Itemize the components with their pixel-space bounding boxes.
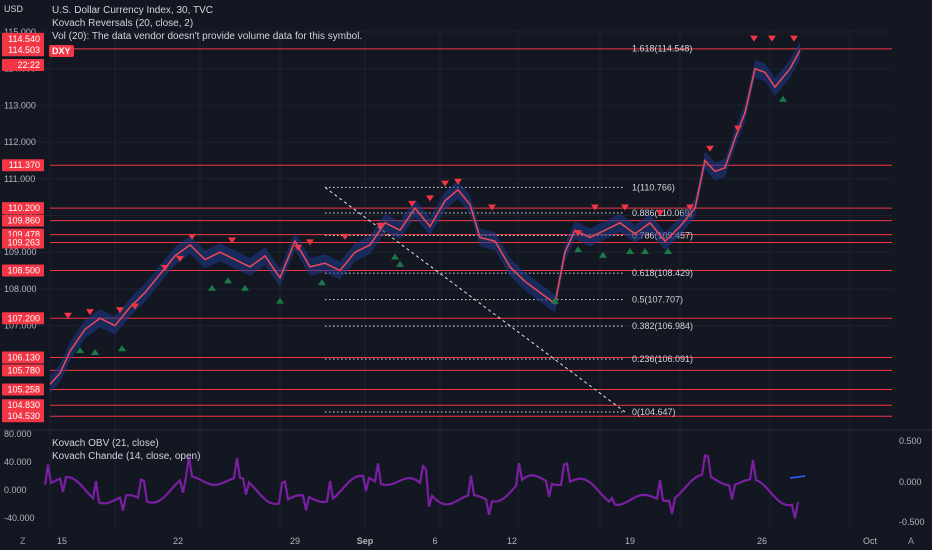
price-tag-label: 108.500 xyxy=(7,266,40,276)
symbol-title[interactable]: U.S. Dollar Currency Index, 30, TVC xyxy=(52,5,213,16)
symbol-tag: DXY xyxy=(49,45,74,57)
indicator-kovach-chande[interactable]: Kovach Chande (14, close, open) xyxy=(52,451,200,462)
currency-label: USD xyxy=(4,4,24,14)
oscillator-right-tick: 0.500 xyxy=(899,436,922,446)
chart-canvas[interactable]: 1.618(114.548)1(110.766)0.886(110.069)0.… xyxy=(0,0,932,550)
fib-level-label: 0.5(107.707) xyxy=(632,295,683,305)
zoom-button[interactable]: Z xyxy=(20,536,26,546)
price-tag-label: 105.780 xyxy=(7,365,40,375)
time-axis-label: Oct xyxy=(863,536,878,546)
grid xyxy=(0,0,932,550)
oscillator-axis-tick: 80.000 xyxy=(4,429,32,439)
price-axis-tick: 108.000 xyxy=(4,284,37,294)
price-tag-label: 114.503 xyxy=(8,45,40,55)
fib-level-label: 0(104.647) xyxy=(632,407,676,417)
fib-level-label: 1(110.766) xyxy=(632,182,675,192)
price-axis-tick: 111.000 xyxy=(4,174,35,184)
price-axis-tick: 113.000 xyxy=(4,100,36,110)
fib-level-label: 0.236(106.091) xyxy=(632,354,693,364)
auto-scale-button[interactable]: A xyxy=(908,536,914,546)
fib-level-label: 0.618(108.429) xyxy=(632,268,693,278)
price-tag-label: 109.860 xyxy=(7,216,40,226)
fib-level-label: 0.382(106.984) xyxy=(632,321,693,331)
price-tag-label: 107.200 xyxy=(7,313,40,323)
oscillator-axis-tick: 0.000 xyxy=(4,485,27,495)
price-tag-label: 110.200 xyxy=(8,203,40,213)
price-axis-tick: 109.000 xyxy=(4,247,37,257)
time-axis-label: 19 xyxy=(625,536,635,546)
time-axis-label: Sep xyxy=(357,536,374,546)
price-tag-label: 22:22 xyxy=(17,60,40,70)
time-axis-label: 15 xyxy=(57,536,67,546)
price-tag-label: 111.370 xyxy=(9,160,40,170)
price-tag-label: 104.530 xyxy=(7,411,40,421)
price-tag-label: 106.130 xyxy=(7,353,40,363)
time-axis-label: 26 xyxy=(757,536,767,546)
oscillator-axis-tick: -40.000 xyxy=(4,513,35,523)
fib-level-label: 1.618(114.548) xyxy=(632,44,692,54)
background xyxy=(0,0,932,550)
indicator-kovach-reversals[interactable]: Kovach Reversals (20, close, 2) xyxy=(52,18,193,29)
price-tag-label: 104.830 xyxy=(7,400,40,410)
price-tag-label: 105.258 xyxy=(7,385,40,395)
time-axis-label: 29 xyxy=(290,536,300,546)
oscillator-axis-tick: 40.000 xyxy=(4,457,32,467)
price-tag-label: 109.263 xyxy=(7,238,40,248)
time-axis-label: 22 xyxy=(173,536,183,546)
time-axis-label: 12 xyxy=(507,536,517,546)
price-axis-tick: 112.000 xyxy=(4,137,36,147)
time-axis-label: 6 xyxy=(432,536,437,546)
oscillator-right-tick: 0.000 xyxy=(899,477,922,487)
indicator-volume[interactable]: Vol (20): The data vendor doesn't provid… xyxy=(52,31,362,42)
indicator-kovach-obv[interactable]: Kovach OBV (21, close) xyxy=(52,438,159,449)
oscillator-right-tick: -0.500 xyxy=(899,517,925,527)
price-tag-label: 114.540 xyxy=(8,34,40,44)
